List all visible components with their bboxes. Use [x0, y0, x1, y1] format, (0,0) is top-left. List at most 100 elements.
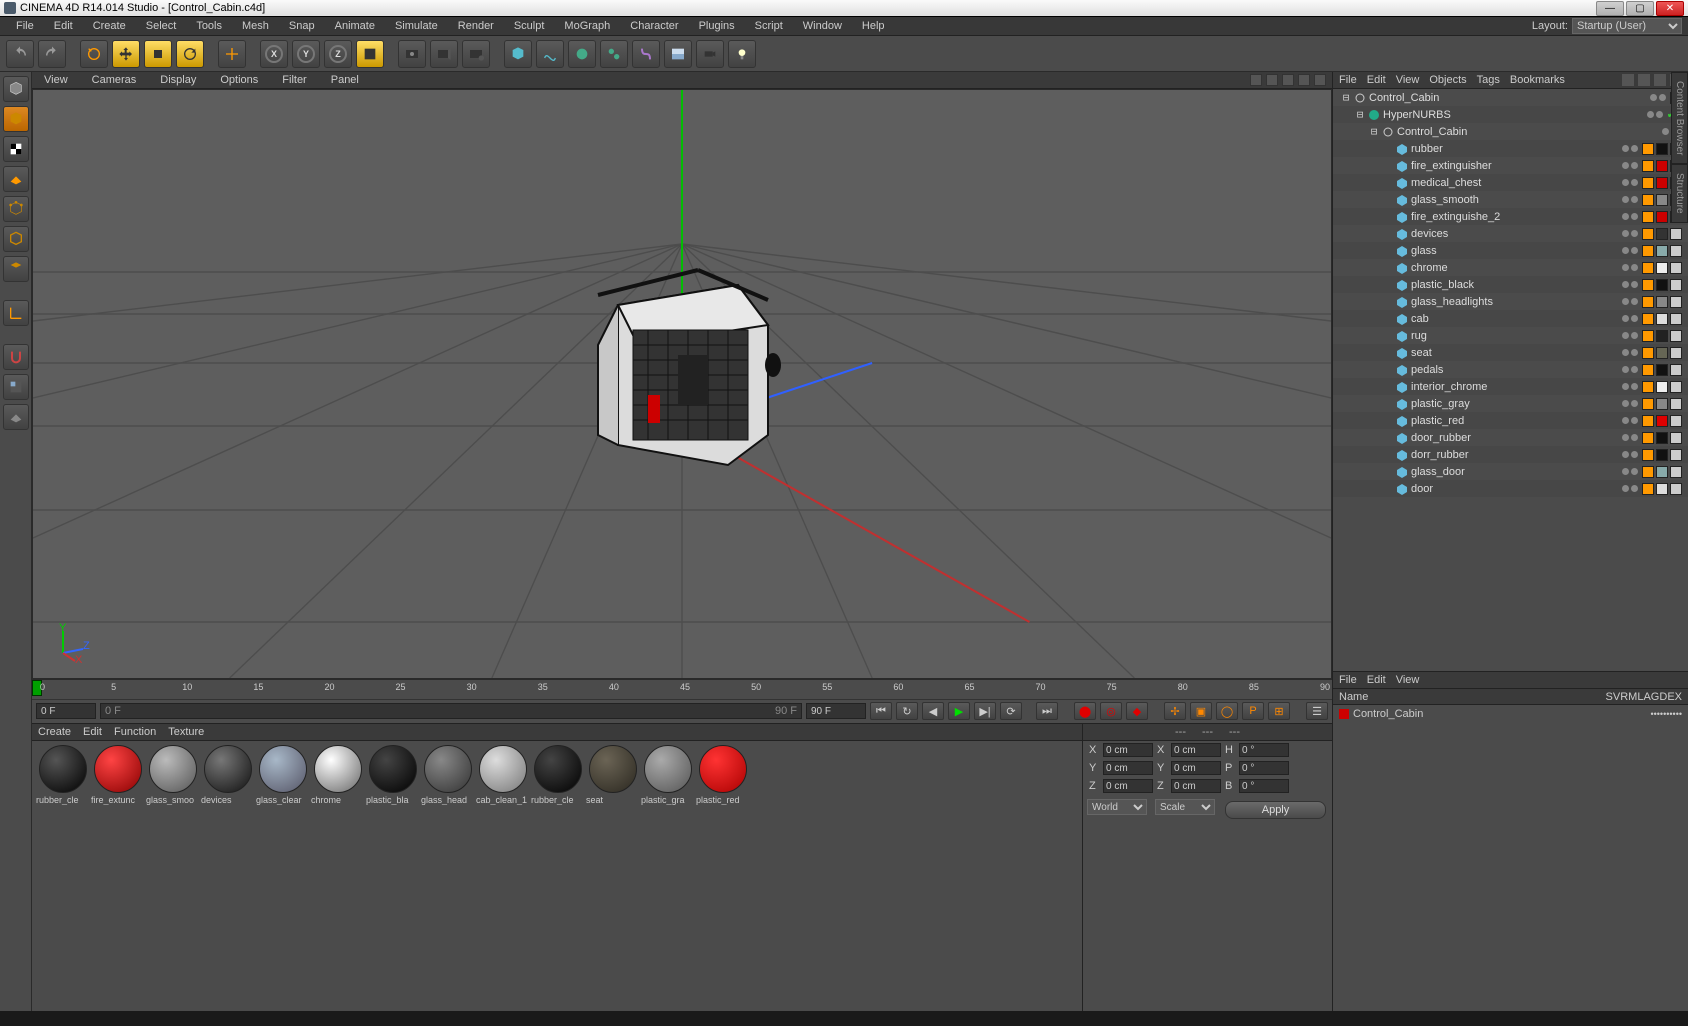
visibility-render-dot[interactable]: [1631, 162, 1638, 169]
project-settings-button[interactable]: ☰: [1306, 702, 1328, 720]
add-nurbs-button[interactable]: [568, 40, 596, 68]
autokey-button[interactable]: ◎: [1100, 702, 1122, 720]
phong-tag-icon[interactable]: [1642, 245, 1654, 257]
frame-range-start[interactable]: 0 F90 F: [100, 703, 802, 719]
coord-rot-h[interactable]: [1239, 743, 1289, 757]
x-axis-lock[interactable]: X: [260, 40, 288, 68]
visibility-render-dot[interactable]: [1656, 111, 1663, 118]
material-glass_smoo[interactable]: glass_smoo: [146, 745, 199, 805]
menu-mesh[interactable]: Mesh: [232, 20, 279, 32]
phong-tag-icon[interactable]: [1642, 432, 1654, 444]
visibility-editor-dot[interactable]: [1622, 485, 1629, 492]
visibility-editor-dot[interactable]: [1622, 434, 1629, 441]
object-row-glass_smooth[interactable]: glass_smooth: [1333, 191, 1688, 208]
phong-tag-icon[interactable]: [1642, 194, 1654, 206]
object-row-cab[interactable]: cab: [1333, 310, 1688, 327]
viewport-config-icon[interactable]: [1250, 74, 1262, 86]
object-row-plastic_red[interactable]: plastic_red: [1333, 412, 1688, 429]
prev-frame-button[interactable]: ◀: [922, 702, 944, 720]
visibility-editor-dot[interactable]: [1622, 349, 1629, 356]
texture-tag-icon[interactable]: [1670, 432, 1682, 444]
vpmenu-panel[interactable]: Panel: [325, 74, 365, 86]
material-plastic_bla[interactable]: plastic_bla: [366, 745, 419, 805]
visibility-render-dot[interactable]: [1631, 281, 1638, 288]
viewport-nav-icon[interactable]: [1282, 74, 1294, 86]
texture-tag-icon[interactable]: [1656, 143, 1668, 155]
objmenu-view[interactable]: View: [1396, 74, 1420, 86]
coord-pos-x[interactable]: [1103, 743, 1153, 757]
objmenu-objects[interactable]: Objects: [1429, 74, 1466, 86]
visibility-render-dot[interactable]: [1631, 196, 1638, 203]
key-pla-button[interactable]: ⊞: [1268, 702, 1290, 720]
visibility-render-dot[interactable]: [1659, 94, 1666, 101]
axis-mode-button[interactable]: [3, 300, 29, 326]
workplane-mode-button[interactable]: [3, 166, 29, 192]
texture-tag-icon[interactable]: [1670, 449, 1682, 461]
phong-tag-icon[interactable]: [1642, 398, 1654, 410]
redo-button[interactable]: [38, 40, 66, 68]
goto-end-button[interactable]: ⏭: [1036, 702, 1058, 720]
phong-tag-icon[interactable]: [1642, 211, 1654, 223]
coord-mode-select[interactable]: World: [1087, 799, 1147, 815]
menu-animate[interactable]: Animate: [325, 20, 385, 32]
texture-tag-icon[interactable]: [1656, 313, 1668, 325]
texture-tag-icon[interactable]: [1670, 313, 1682, 325]
texture-tag-icon[interactable]: [1656, 330, 1668, 342]
perspective-viewport[interactable]: Perspective: [32, 89, 1332, 679]
visibility-editor-dot[interactable]: [1662, 128, 1669, 135]
texture-tag-icon[interactable]: [1670, 279, 1682, 291]
next-frame-button[interactable]: ▶|: [974, 702, 996, 720]
material-glass_clear[interactable]: glass_clear: [256, 745, 309, 805]
visibility-render-dot[interactable]: [1631, 366, 1638, 373]
vpmenu-cameras[interactable]: Cameras: [86, 74, 143, 86]
texture-tag-icon[interactable]: [1670, 296, 1682, 308]
coord-pos-z[interactable]: [1103, 779, 1153, 793]
coord-toggle[interactable]: [218, 40, 246, 68]
visibility-editor-dot[interactable]: [1647, 111, 1654, 118]
object-row-glass_door[interactable]: glass_door: [1333, 463, 1688, 480]
current-frame-field[interactable]: [36, 703, 96, 719]
material-chrome[interactable]: chrome: [311, 745, 364, 805]
texture-tag-icon[interactable]: [1670, 398, 1682, 410]
phong-tag-icon[interactable]: [1642, 313, 1654, 325]
object-row-glass_headlights[interactable]: glass_headlights: [1333, 293, 1688, 310]
texture-tag-icon[interactable]: [1656, 432, 1668, 444]
object-row-dorr_rubber[interactable]: dorr_rubber: [1333, 446, 1688, 463]
menu-file[interactable]: File: [6, 20, 44, 32]
texture-tag-icon[interactable]: [1670, 483, 1682, 495]
object-row-fire_extinguishe_2[interactable]: fire_extinguishe_2: [1333, 208, 1688, 225]
close-button[interactable]: ✕: [1656, 1, 1684, 16]
layer-flag-x[interactable]: •: [1679, 709, 1682, 719]
object-row-glass[interactable]: glass: [1333, 242, 1688, 259]
visibility-render-dot[interactable]: [1631, 315, 1638, 322]
phong-tag-icon[interactable]: [1642, 143, 1654, 155]
texture-tag-icon[interactable]: [1656, 194, 1668, 206]
coord-pos-y[interactable]: [1103, 761, 1153, 775]
menu-script[interactable]: Script: [745, 20, 793, 32]
material-plastic_red[interactable]: plastic_red: [696, 745, 749, 805]
viewport-solo-button[interactable]: [3, 374, 29, 400]
texture-tag-icon[interactable]: [1670, 415, 1682, 427]
layermenu-file[interactable]: File: [1339, 674, 1357, 686]
vpmenu-options[interactable]: Options: [214, 74, 264, 86]
matmenu-edit[interactable]: Edit: [83, 726, 102, 738]
object-row-control_cabin[interactable]: ⊟Control_Cabin: [1333, 89, 1688, 106]
make-editable-button[interactable]: [3, 76, 29, 102]
visibility-editor-dot[interactable]: [1622, 264, 1629, 271]
sidebar-tab-structure[interactable]: Structure: [1671, 164, 1688, 223]
texture-tag-icon[interactable]: [1656, 415, 1668, 427]
vpmenu-view[interactable]: View: [38, 74, 74, 86]
visibility-render-dot[interactable]: [1631, 485, 1638, 492]
texture-tag-icon[interactable]: [1670, 347, 1682, 359]
visibility-editor-dot[interactable]: [1622, 247, 1629, 254]
texture-mode-button[interactable]: [3, 136, 29, 162]
visibility-editor-dot[interactable]: [1622, 468, 1629, 475]
texture-tag-icon[interactable]: [1656, 296, 1668, 308]
texture-tag-icon[interactable]: [1656, 449, 1668, 461]
texture-tag-icon[interactable]: [1656, 381, 1668, 393]
visibility-render-dot[interactable]: [1631, 451, 1638, 458]
add-generator-button[interactable]: [600, 40, 628, 68]
viewport-nav2-icon[interactable]: [1298, 74, 1310, 86]
menu-select[interactable]: Select: [136, 20, 187, 32]
texture-tag-icon[interactable]: [1656, 279, 1668, 291]
